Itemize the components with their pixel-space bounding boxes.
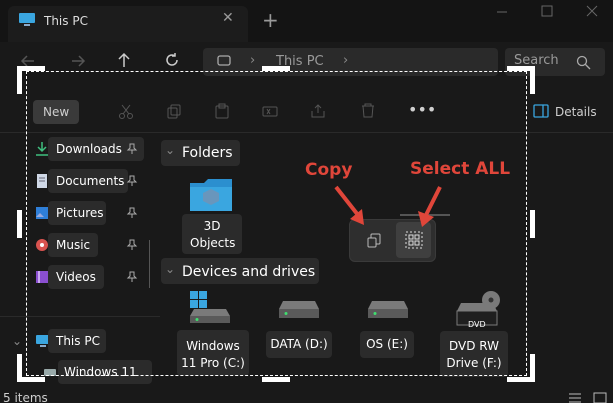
up-arrow-icon[interactable] (117, 52, 131, 68)
tab-title: This PC (44, 14, 88, 28)
expand-chevron-icon[interactable]: ⌄ (12, 334, 22, 348)
crop-handle[interactable] (17, 66, 22, 94)
list-view-icon[interactable] (567, 391, 583, 403)
crop-handle[interactable] (262, 377, 290, 382)
pc-icon (217, 55, 231, 66)
details-pane-icon[interactable] (533, 104, 549, 118)
maximize-icon[interactable] (540, 4, 554, 18)
crop-handle[interactable] (17, 210, 22, 238)
tiles-view-icon[interactable] (592, 391, 608, 403)
crop-handle[interactable] (530, 66, 535, 94)
breadcrumb-chevron-icon[interactable]: › (343, 53, 348, 68)
search-icon (576, 55, 591, 70)
crop-handle[interactable] (530, 210, 535, 238)
monitor-icon (19, 13, 35, 26)
breadcrumb-chevron-icon: › (250, 53, 256, 68)
new-tab-button[interactable]: + (262, 8, 279, 32)
crop-handle[interactable] (262, 66, 290, 71)
status-item-count: 5 items (3, 391, 48, 403)
details-button-label[interactable]: Details (555, 105, 597, 119)
crop-handle[interactable] (17, 377, 45, 382)
refresh-icon[interactable] (164, 52, 180, 68)
crop-handle[interactable] (530, 354, 535, 382)
forward-arrow-icon[interactable] (70, 54, 86, 68)
close-tab-icon[interactable]: ✕ (222, 10, 234, 26)
selection-frame (26, 71, 527, 376)
close-window-icon[interactable] (585, 4, 599, 18)
minimize-icon[interactable] (495, 4, 509, 18)
